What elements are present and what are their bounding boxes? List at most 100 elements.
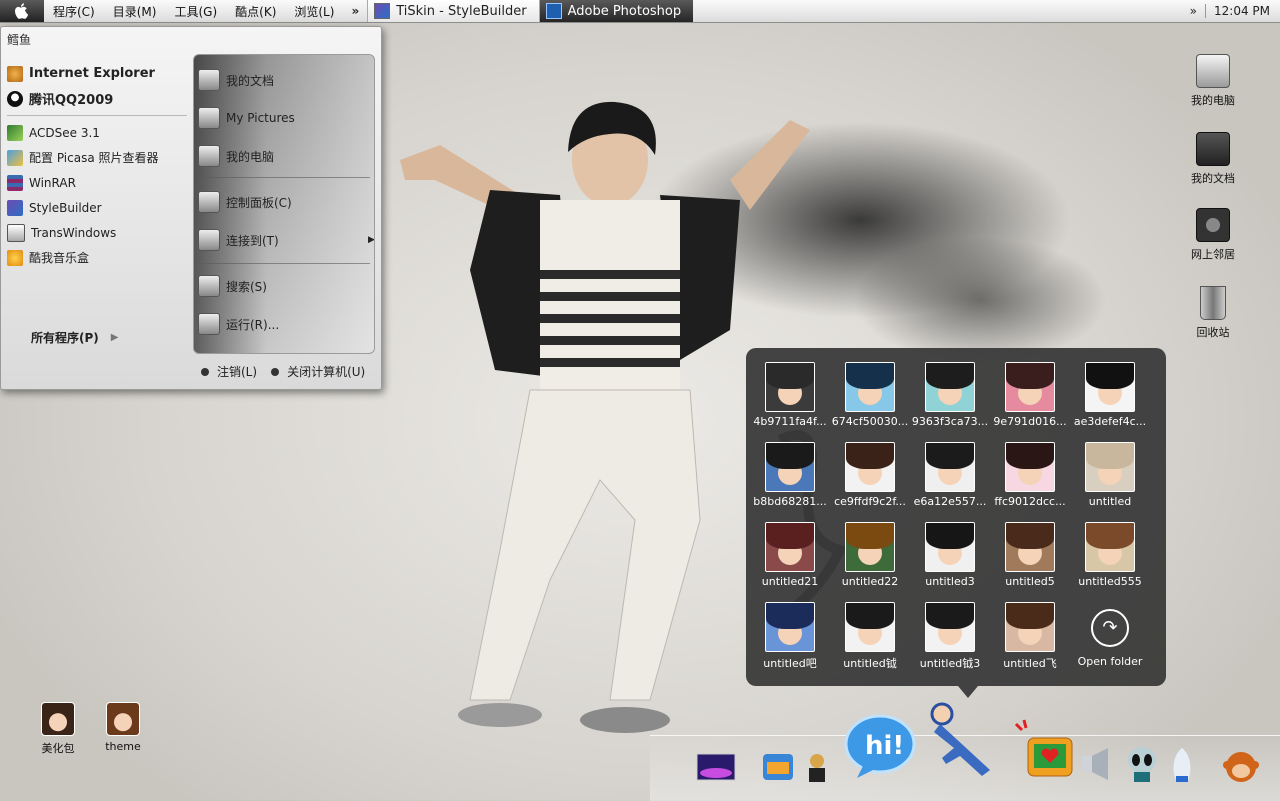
avatar-girl-icon	[41, 702, 75, 736]
desktop-icon-recycle-bin[interactable]: 回收站	[1178, 286, 1248, 340]
start-menu-programs: Internet Explorer 腾讯QQ2009 ACDSee 3.1 配置…	[7, 61, 187, 270]
stack-item[interactable]: ae3defef4c...	[1070, 362, 1150, 428]
my-computer-icon	[1196, 54, 1230, 88]
place-search[interactable]: 搜索(S)	[198, 275, 267, 297]
stack-item[interactable]: ce9ffdf9c2f...	[830, 442, 910, 508]
stack-item[interactable]: untitled21	[750, 522, 830, 588]
menu-tools[interactable]: 工具(G)	[165, 3, 226, 20]
desktop-icon-beautify[interactable]: 美化包	[23, 702, 93, 756]
stack-item-label: untitled	[1088, 495, 1132, 508]
cartoon-figure-icon[interactable]	[802, 752, 832, 788]
desktop-icon-theme[interactable]: theme	[88, 702, 158, 753]
pinned-qq[interactable]: 腾讯QQ2009	[7, 86, 187, 111]
stack-item-label: untitled飞	[1003, 657, 1057, 670]
program-kuwo[interactable]: 酷我音乐盒	[7, 245, 187, 270]
stack-item[interactable]: untitled22	[830, 522, 910, 588]
menu-overflow-chevron[interactable]: »	[343, 4, 367, 18]
stack-item[interactable]: 4b9711fa4f...	[750, 362, 830, 428]
stack-item[interactable]: untitled3	[910, 522, 990, 588]
place-my-documents[interactable]: 我的文档	[198, 69, 274, 91]
stack-item[interactable]: untitled	[1070, 442, 1150, 508]
place-label: 控制面板(C)	[226, 195, 292, 210]
stack-item-label: untitled钺3	[919, 657, 981, 670]
menu-programs[interactable]: 程序(C)	[44, 3, 104, 20]
stack-item[interactable]: untitled555	[1070, 522, 1150, 588]
place-run[interactable]: 运行(R)...	[198, 313, 279, 335]
svg-text:hi!: hi!	[865, 731, 904, 761]
taskbar-button-photoshop[interactable]: Adobe Photoshop	[539, 0, 694, 22]
dancing-figure-icon[interactable]	[920, 700, 1000, 780]
stack-item[interactable]: untitled钺3	[910, 602, 990, 671]
stack-item[interactable]: untitled飞	[990, 602, 1070, 671]
stack-item[interactable]: b8bd68281...	[750, 442, 830, 508]
stack-item-label: untitled21	[761, 575, 819, 588]
stack-item-thumbnail	[845, 522, 895, 572]
apple-menu-button[interactable]	[0, 0, 44, 22]
screen-app-icon[interactable]	[695, 752, 737, 784]
place-control-panel[interactable]: 控制面板(C)	[198, 191, 292, 213]
stack-item-label: b8bd68281...	[753, 495, 827, 508]
stack-item-thumbnail	[925, 442, 975, 492]
places-separator	[198, 177, 370, 178]
tv-heart-icon[interactable]	[1010, 718, 1076, 782]
desktop-icon-network[interactable]: 网上邻居	[1178, 208, 1248, 262]
stack-item-label: untitled钺	[843, 657, 897, 670]
stack-item[interactable]: 9363f3ca73...	[910, 362, 990, 428]
monkey-icon[interactable]	[1222, 748, 1260, 786]
place-connect-to[interactable]: 连接到(T) ▶	[198, 229, 374, 251]
stack-item[interactable]: e6a12e557...	[910, 442, 990, 508]
start-menu-footer: 注销(L) 关闭计算机(U)	[201, 363, 379, 380]
program-winrar[interactable]: WinRAR	[7, 170, 187, 195]
menu-cool[interactable]: 酷点(K)	[226, 3, 285, 20]
mail-app-icon[interactable]	[758, 746, 798, 786]
photoshop-icon	[545, 3, 562, 19]
shutdown-label: 关闭计算机(U)	[287, 365, 366, 379]
stack-item[interactable]: untitled5	[990, 522, 1070, 588]
logoff-button[interactable]: 注销(L)	[201, 363, 257, 380]
tray-overflow-icon[interactable]: »	[1190, 4, 1197, 18]
rocket-icon[interactable]	[1168, 748, 1196, 784]
place-my-pictures[interactable]: My Pictures	[198, 107, 295, 129]
speaker-icon[interactable]	[1078, 746, 1118, 782]
task-title: Adobe Photoshop	[567, 3, 682, 19]
program-picasa[interactable]: 配置 Picasa 照片查看器	[7, 145, 187, 170]
desktop-icon-my-documents[interactable]: 我的文档	[1178, 132, 1248, 186]
program-acdsee[interactable]: ACDSee 3.1	[7, 120, 187, 145]
menu-directory[interactable]: 目录(M)	[104, 3, 166, 20]
system-tray: » 12:04 PM	[1190, 4, 1280, 18]
stylebuilder-icon	[7, 199, 23, 216]
program-stylebuilder[interactable]: StyleBuilder	[7, 195, 187, 220]
place-label: 连接到(T)	[226, 233, 279, 248]
desktop-icon-label: 我的文档	[1191, 172, 1235, 185]
stack-item[interactable]: untitled钺	[830, 602, 910, 671]
stack-popup: 4b9711fa4f... 674cf50030... 9363f3ca73... 9…	[746, 348, 1166, 686]
desktop-icon-label: 回收站	[1196, 326, 1230, 339]
hi-bubble-icon[interactable]: hi!	[843, 714, 917, 780]
shutdown-button[interactable]: 关闭计算机(U)	[271, 363, 365, 380]
start-menu: 鳕鱼 Internet Explorer 腾讯QQ2009 ACDSee 3.1…	[0, 26, 382, 390]
stack-item-label: ae3defef4c...	[1073, 415, 1147, 428]
stack-item-thumbnail	[1085, 442, 1135, 492]
alien-icon[interactable]	[1124, 744, 1160, 784]
stack-item-thumbnail	[1085, 522, 1135, 572]
program-label: WinRAR	[29, 175, 76, 190]
chevron-right-icon: ▶	[368, 235, 375, 245]
stack-item-thumbnail	[845, 362, 895, 412]
pinned-internet-explorer[interactable]: Internet Explorer	[7, 61, 187, 86]
program-transwindows[interactable]: TransWindows	[7, 220, 187, 245]
stack-item[interactable]: 674cf50030...	[830, 362, 910, 428]
open-folder-button[interactable]: ↷ Open folder	[1070, 602, 1150, 668]
menu-browse[interactable]: 浏览(L)	[285, 3, 343, 20]
stack-popup-pointer	[958, 686, 978, 698]
stack-item[interactable]: untitled吧	[750, 602, 830, 671]
clock[interactable]: 12:04 PM	[1214, 4, 1270, 18]
taskbar-button-stylebuilder[interactable]: TiSkin - StyleBuilder	[367, 0, 540, 22]
stack-item-label: untitled555	[1078, 575, 1142, 588]
stack-item-thumbnail	[1005, 442, 1055, 492]
desktop-icon-my-computer[interactable]: 我的电脑	[1178, 54, 1248, 108]
stack-item[interactable]: ffc9012dcc...	[990, 442, 1070, 508]
all-programs-button[interactable]: 所有程序(P) ▶	[31, 329, 118, 346]
stack-item[interactable]: 9e791d016...	[990, 362, 1070, 428]
stack-item-thumbnail	[925, 602, 975, 652]
place-my-computer[interactable]: 我的电脑	[198, 145, 274, 167]
